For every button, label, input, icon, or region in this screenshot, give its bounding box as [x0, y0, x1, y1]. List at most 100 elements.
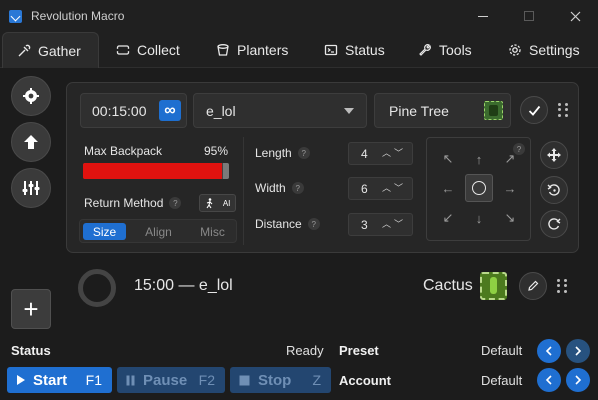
tab-settings[interactable]: Settings: [508, 32, 580, 68]
gather-field-card: 00:15:00 ∞ e_lol Pine Tree Max Backpack …: [66, 82, 579, 253]
tab-bar: Gather Collect Planters Status Tools Set…: [0, 32, 598, 68]
adjustments-button[interactable]: [11, 168, 51, 208]
title-bar: Revolution Macro: [0, 0, 598, 32]
center-button[interactable]: [465, 174, 493, 202]
pencil-icon: [528, 280, 539, 291]
preset-next-button[interactable]: [566, 339, 590, 363]
help-icon[interactable]: ?: [297, 147, 310, 159]
preset-value: Default: [481, 343, 523, 358]
tab-settings-label: Settings: [529, 42, 580, 58]
max-backpack-percent: 95%: [204, 144, 229, 158]
width-label-row: Width?: [255, 181, 304, 195]
shape-tabs: Size Align Misc: [79, 219, 237, 243]
edit-button[interactable]: [519, 272, 547, 300]
field-value: Pine Tree: [389, 102, 449, 119]
tab-status[interactable]: Status: [324, 32, 385, 68]
divider: [243, 137, 244, 245]
account-prev-button[interactable]: [537, 368, 561, 392]
pine-tree-field-icon: [484, 101, 503, 120]
stepper-arrows-icon[interactable]: ︿﹀: [382, 217, 406, 230]
ticket-icon: [116, 45, 130, 55]
arrow-up-left-icon[interactable]: ↖: [441, 151, 455, 166]
close-button[interactable]: [552, 0, 598, 32]
minimize-button[interactable]: [460, 0, 506, 32]
stepper-arrows-icon[interactable]: ︿﹀: [382, 146, 406, 159]
chevron-right-icon: [575, 346, 582, 356]
length-stepper[interactable]: 4 ︿﹀: [348, 142, 413, 165]
cactus-field-icon: [480, 272, 507, 300]
infinite-toggle-button[interactable]: ∞: [159, 100, 181, 121]
status-value: Ready: [286, 343, 324, 358]
gather-icon: [18, 44, 31, 56]
distance-stepper[interactable]: 3 ︿﹀: [348, 213, 413, 236]
minimize-icon: [478, 15, 488, 17]
status-label: Status: [11, 343, 51, 358]
drag-handle-icon[interactable]: [558, 103, 568, 117]
maximize-button[interactable]: [506, 0, 552, 32]
check-icon: [528, 105, 540, 116]
tab-misc[interactable]: Misc: [191, 223, 234, 240]
arrow-down-icon[interactable]: ↓: [472, 211, 486, 226]
account-next-button[interactable]: [566, 368, 590, 392]
rotate-left-button[interactable]: [540, 176, 568, 204]
infinity-icon: ∞: [164, 101, 176, 119]
preset-prev-button[interactable]: [537, 339, 561, 363]
gather-field-row[interactable]: 15:00 — e_lol Cactus: [66, 259, 579, 313]
drag-handle-icon[interactable]: [557, 279, 567, 293]
field-settings-button[interactable]: [11, 76, 51, 116]
tab-align[interactable]: Align: [137, 223, 180, 240]
pattern-select[interactable]: e_lol: [193, 93, 367, 128]
gear-icon: [509, 44, 521, 56]
field-select[interactable]: Pine Tree: [374, 93, 511, 128]
app-icon: [9, 9, 22, 23]
max-backpack-fill: [83, 163, 222, 179]
tab-planters-label: Planters: [237, 42, 289, 58]
return-method-row: Return Method ?: [84, 196, 182, 210]
tab-gather[interactable]: Gather: [2, 32, 99, 68]
window-title: Revolution Macro: [31, 9, 125, 23]
max-backpack-slider[interactable]: [83, 163, 229, 179]
width-label: Width: [255, 181, 286, 195]
account-row: Account Default: [0, 366, 598, 395]
direction-pad: ? ↖ ↑ ↗ ← → ↙ ↓ ↘: [426, 137, 531, 241]
tab-gather-label: Gather: [38, 42, 81, 59]
pot-icon: [217, 44, 229, 56]
distance-value: 3: [361, 217, 368, 232]
arrow-up-right-icon[interactable]: ↗: [503, 151, 517, 166]
tab-tools-label: Tools: [439, 42, 472, 58]
arrow-down-right-icon[interactable]: ↘: [503, 210, 517, 225]
confirm-button[interactable]: [520, 96, 548, 124]
return-method-label: Return Method: [84, 196, 164, 210]
tab-planters[interactable]: Planters: [216, 32, 288, 68]
arrow-up-icon: [24, 135, 38, 149]
move-button[interactable]: [540, 141, 568, 169]
rotate-right-button[interactable]: [540, 210, 568, 238]
tab-collect[interactable]: Collect: [116, 32, 180, 68]
slider-handle[interactable]: [223, 163, 229, 179]
arrow-down-left-icon[interactable]: ↙: [441, 210, 455, 225]
tab-size[interactable]: Size: [83, 223, 126, 240]
help-icon[interactable]: ?: [307, 218, 320, 230]
upload-button[interactable]: [11, 122, 51, 162]
add-field-button[interactable]: +: [11, 289, 51, 329]
chevron-right-icon: [575, 375, 582, 385]
help-icon[interactable]: ?: [169, 197, 182, 209]
width-stepper[interactable]: 6 ︿﹀: [348, 177, 413, 200]
return-method-toggle[interactable]: AI: [199, 194, 236, 212]
length-label-row: Length?: [255, 146, 310, 160]
account-label: Account: [339, 373, 391, 388]
stepper-arrows-icon[interactable]: ︿﹀: [382, 181, 406, 194]
account-value: Default: [481, 373, 523, 388]
tab-tools[interactable]: Tools: [418, 32, 472, 68]
distance-label-row: Distance?: [255, 217, 320, 231]
time-limit-input[interactable]: 00:15:00 ∞: [80, 93, 187, 128]
terminal-icon: [324, 44, 338, 56]
arrow-right-icon[interactable]: →: [503, 181, 517, 196]
rotate-cw-icon: [548, 218, 561, 230]
help-icon[interactable]: ?: [291, 182, 304, 194]
tab-collect-label: Collect: [137, 42, 180, 58]
arrow-up-icon[interactable]: ↑: [472, 152, 486, 167]
width-value: 6: [361, 181, 368, 196]
arrow-left-icon[interactable]: ←: [441, 181, 455, 196]
progress-ring: [78, 269, 116, 307]
